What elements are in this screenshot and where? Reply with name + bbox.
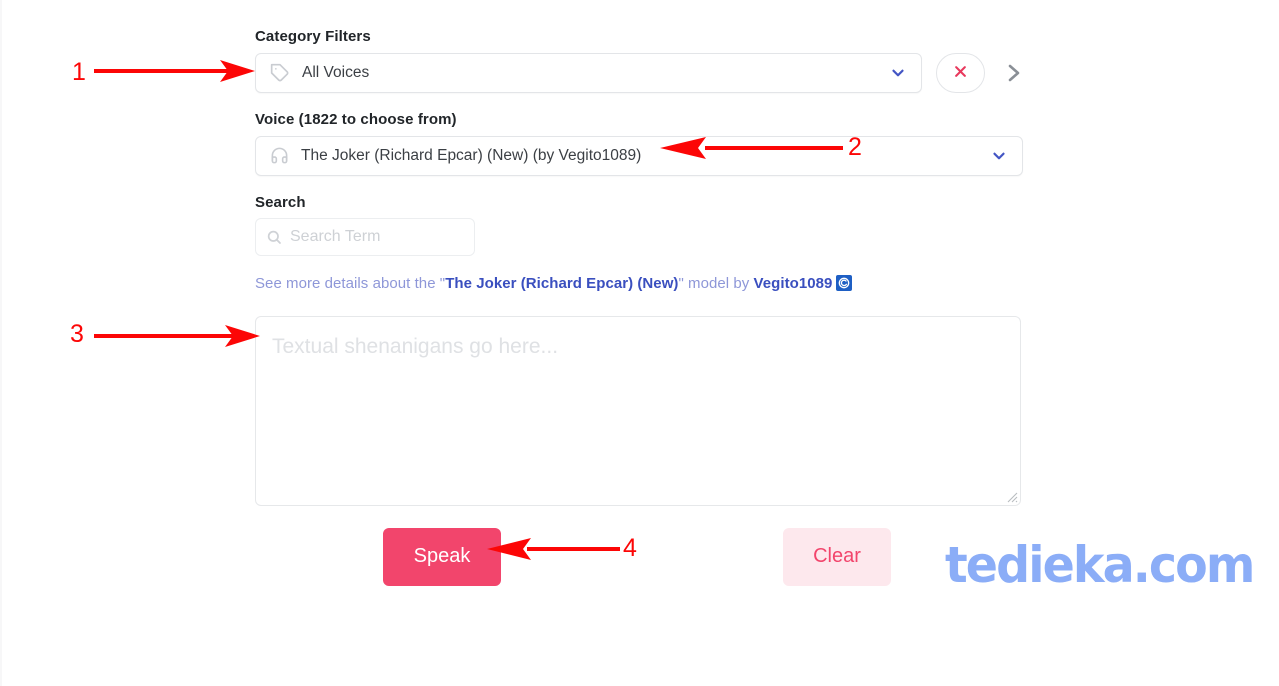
voice-value: The Joker (Richard Epcar) (New) (by Vegi… (301, 146, 642, 164)
search-icon (266, 229, 282, 245)
tag-icon (270, 63, 290, 83)
headphones-icon (270, 146, 289, 165)
text-input-wrapper (255, 315, 1021, 506)
annotation-number-3: 3 (70, 320, 84, 348)
search-input-wrapper[interactable]: Search Term (255, 218, 475, 257)
text-input-textarea[interactable] (255, 315, 1021, 506)
clear-filter-button[interactable] (936, 52, 985, 93)
category-filter-block: Category Filters All Voices (255, 28, 1025, 93)
annotation-arrow-4 (487, 538, 620, 560)
voice-block: Voice (1822 to choose from) The Joker (R… (255, 111, 1025, 176)
app-page: Category Filters All Voices Voice (1822 … (0, 0, 1279, 686)
search-placeholder-text: Search Term (290, 228, 381, 246)
spiral-badge-icon[interactable] (836, 275, 853, 292)
actions-row: Speak Clear (255, 527, 1025, 588)
category-filter-label: Category Filters (255, 28, 371, 45)
voice-select[interactable]: The Joker (Richard Epcar) (New) (by Vegi… (255, 135, 1023, 176)
category-filter-row: All Voices (255, 52, 1025, 93)
chevron-down-icon[interactable] (990, 147, 1008, 165)
category-filter-value: All Voices (302, 63, 370, 81)
search-block: Search Search Term (255, 194, 1025, 257)
page-left-edge (0, 0, 2, 686)
category-filter-select[interactable]: All Voices (255, 52, 923, 93)
watermark: tedieka.com (945, 536, 1255, 594)
clear-button[interactable]: Clear (783, 527, 891, 586)
chevron-right-icon[interactable] (1001, 58, 1025, 88)
close-x-icon (953, 64, 968, 82)
model-details-line: See more details about the "The Joker (R… (255, 274, 1025, 294)
details-prefix: See more details about the " (255, 275, 446, 293)
search-label: Search (255, 193, 306, 211)
annotation-arrow-3 (94, 325, 260, 347)
voice-label: Voice (1822 to choose from) (255, 110, 457, 128)
annotation-number-2: 2 (848, 133, 862, 161)
speak-button[interactable]: Speak (383, 527, 501, 586)
details-author-link[interactable]: Vegito1089 (754, 275, 833, 292)
chevron-down-icon[interactable] (889, 64, 907, 82)
annotation-arrow-1 (94, 60, 255, 82)
annotation-number-1: 1 (72, 58, 86, 86)
annotation-number-4: 4 (623, 534, 637, 562)
annotation-arrow-2 (660, 137, 843, 159)
details-model-link[interactable]: The Joker (Richard Epcar) (New) (445, 275, 678, 292)
tts-form: Category Filters All Voices Voice (1822 … (255, 28, 1025, 588)
details-middle: " model by (678, 275, 754, 293)
